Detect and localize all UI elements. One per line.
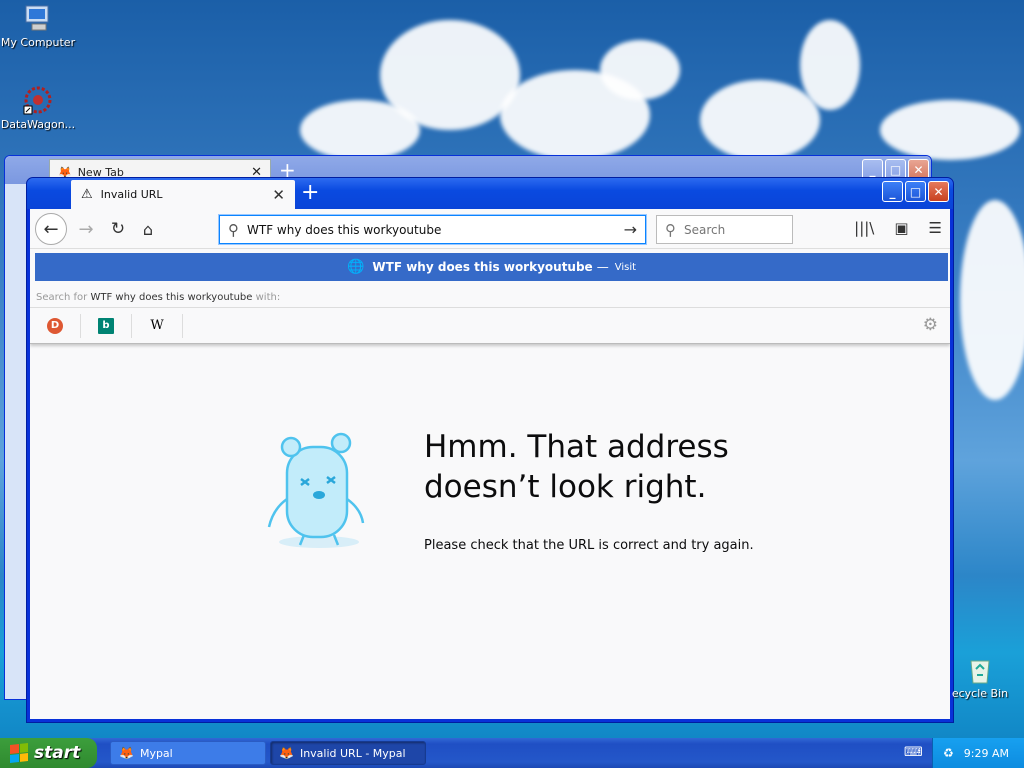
duckduckgo-icon: D (47, 317, 63, 334)
suggestion-separator: — (596, 260, 609, 274)
taskbar: start 🦊 Mypal 🦊 Invalid URL - Mypal ⌨ ♻ … (0, 738, 1024, 768)
my-computer-icon (22, 2, 54, 34)
search-for-query: WTF why does this workyoutube (90, 292, 253, 303)
minimize-button[interactable]: _ (882, 181, 903, 202)
search-icon: ⚲ (665, 220, 676, 239)
menu-icon[interactable]: ☰ (929, 219, 942, 237)
suggestion-row[interactable]: 🌐 WTF why does this workyoutube — Visit (35, 253, 948, 281)
go-arrow-icon[interactable]: → (624, 220, 637, 239)
arrow-right-icon: → (78, 218, 94, 240)
mypal-icon: 🦊 (119, 746, 134, 760)
suggestion-text: WTF why does this workyoutube (372, 260, 593, 274)
browser-window[interactable]: ⚠ Invalid URL ✕ + _ □ ✕ ← → ↻ ⌂ ⚲ → ⚲ (26, 177, 954, 723)
navigation-toolbar: ← → ↻ ⌂ ⚲ → ⚲ |||\ ▣ ☰ (30, 209, 950, 249)
engine-wikipedia[interactable]: W (132, 313, 183, 338)
keyboard-icon[interactable]: ⌨ (904, 745, 923, 760)
tab-title: Invalid URL (100, 188, 163, 201)
sidebar-icon[interactable]: ▣ (894, 219, 908, 237)
desktop-icon-label: DataWagon... (0, 118, 76, 131)
reload-button[interactable]: ↻ (106, 217, 130, 241)
search-engine-row: D b W ⚙ (30, 307, 950, 343)
desktop-icon-label: My Computer (0, 36, 76, 49)
search-for-suffix: with: (255, 292, 281, 303)
desktop-icon-my-computer[interactable]: My Computer (0, 2, 76, 49)
close-button[interactable]: ✕ (928, 181, 949, 202)
error-description: Please check that the URL is correct and… (424, 538, 754, 553)
error-title: Hmm. That address doesn’t look right. (424, 429, 729, 505)
search-for-label: Search for WTF why does this workyoutube… (36, 292, 280, 303)
browser-content: ← → ↻ ⌂ ⚲ → ⚲ |||\ ▣ ☰ 🌐 WTF why doe (30, 209, 950, 719)
title-bar[interactable]: ⚠ Invalid URL ✕ + _ □ ✕ (27, 178, 953, 209)
window-controls: _ □ ✕ (882, 181, 949, 202)
network-icon[interactable]: ♻ (943, 746, 954, 760)
recycle-bin-icon (966, 655, 994, 685)
suggestion-action: Visit (614, 261, 637, 273)
desktop-icon-datawagon[interactable]: DataWagon... (0, 84, 76, 131)
toolbar-right-buttons: |||\ ▣ ☰ (854, 219, 942, 237)
maximize-button[interactable]: □ (905, 181, 926, 202)
error-mascot-icon (249, 417, 389, 557)
close-icon[interactable]: ✕ (272, 186, 285, 204)
reload-icon: ↻ (110, 219, 126, 239)
url-suggestion-dropdown: 🌐 WTF why does this workyoutube — Visit … (30, 249, 950, 344)
bing-icon: b (98, 317, 114, 334)
forward-button[interactable]: → (74, 217, 98, 241)
mypal-icon: 🦊 (279, 746, 294, 760)
search-box[interactable]: ⚲ (656, 215, 793, 244)
taskbar-item-invalid-url[interactable]: 🦊 Invalid URL - Mypal (270, 741, 426, 765)
datawagon-icon (22, 84, 54, 116)
arrow-left-icon: ← (43, 218, 59, 240)
new-tab-button[interactable]: + (301, 180, 319, 206)
home-button[interactable]: ⌂ (136, 217, 160, 241)
search-icon: ⚲ (228, 220, 239, 239)
tab-invalid-url[interactable]: ⚠ Invalid URL ✕ (71, 180, 295, 209)
search-for-prefix: Search for (36, 292, 88, 303)
system-tray: ♻ 9:29 AM (932, 738, 1024, 768)
windows-logo-icon (10, 743, 28, 763)
wikipedia-icon: W (150, 318, 164, 333)
recycle-bin-label: ecycle Bin (951, 687, 1009, 700)
library-icon[interactable]: |||\ (854, 219, 874, 237)
warning-icon: ⚠ (81, 187, 93, 202)
home-icon: ⌂ (142, 219, 154, 239)
engine-duckduckgo[interactable]: D (30, 313, 81, 338)
taskbar-item-mypal[interactable]: 🦊 Mypal (110, 741, 266, 765)
url-bar[interactable]: ⚲ → (219, 215, 646, 244)
search-input[interactable] (684, 222, 774, 237)
gear-icon[interactable]: ⚙ (923, 315, 938, 335)
globe-icon: 🌐 (346, 259, 365, 275)
engine-bing[interactable]: b (81, 313, 132, 338)
back-button[interactable]: ← (35, 213, 67, 245)
taskbar-item-label: Invalid URL - Mypal (299, 746, 406, 760)
desktop-icon-recycle-bin[interactable]: ecycle Bin (950, 655, 1010, 700)
url-input[interactable] (247, 222, 624, 237)
clock[interactable]: 9:29 AM (964, 747, 1009, 760)
start-button[interactable]: start (0, 738, 97, 768)
taskbar-item-label: Mypal (139, 746, 173, 760)
start-label: start (34, 743, 81, 763)
